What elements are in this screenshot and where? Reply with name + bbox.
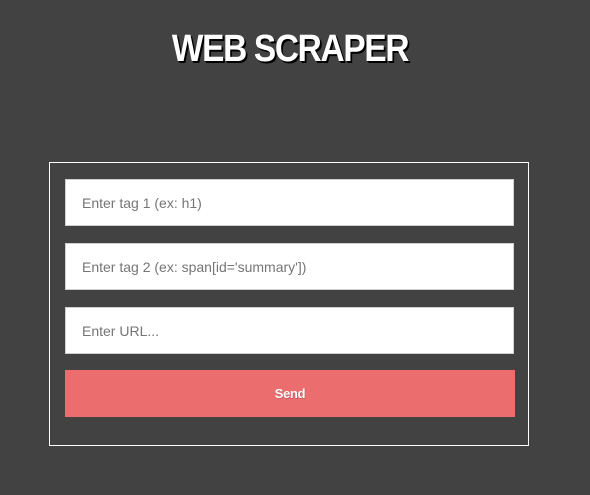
tag1-input[interactable] [65, 179, 514, 226]
url-input[interactable] [65, 307, 514, 354]
page-title: WEB SCRAPER [171, 28, 410, 70]
send-button[interactable]: Send [65, 370, 515, 417]
tag2-input[interactable] [65, 243, 514, 290]
